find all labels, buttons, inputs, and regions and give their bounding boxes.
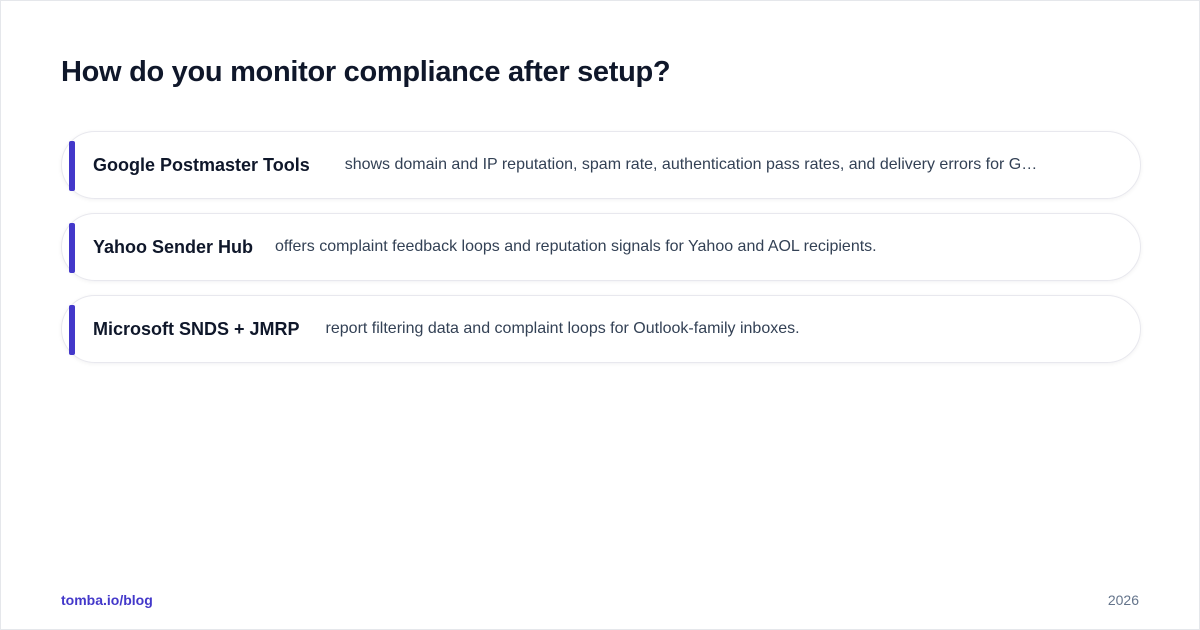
list-item-yahoo-sender-hub: Yahoo Sender Hub offers complaint feedba… [61,213,1141,281]
item-description: offers complaint feedback loops and repu… [275,238,877,255]
accent-bar [69,305,75,355]
item-name: Yahoo Sender Hub [93,236,254,257]
card-frame: How do you monitor compliance after setu… [0,0,1200,630]
item-description: shows domain and IP reputation, spam rat… [344,156,1038,173]
accent-bar [69,223,75,273]
page-title: How do you monitor compliance after setu… [61,56,671,88]
tool-list: Google Postmaster Tools shows domain and… [61,131,1141,377]
footer-year: 2026 [1107,592,1139,608]
item-description: report filtering data and complaint loop… [325,320,800,337]
accent-bar [69,141,75,191]
item-name: Microsoft SNDS + JMRP [93,318,300,339]
list-item-microsoft-snds: Microsoft SNDS + JMRP report filtering d… [61,295,1141,363]
list-item-google-postmaster: Google Postmaster Tools shows domain and… [61,131,1141,199]
item-name: Google Postmaster Tools [93,154,310,175]
footer-blog-link[interactable]: tomba.io/blog [61,592,153,608]
